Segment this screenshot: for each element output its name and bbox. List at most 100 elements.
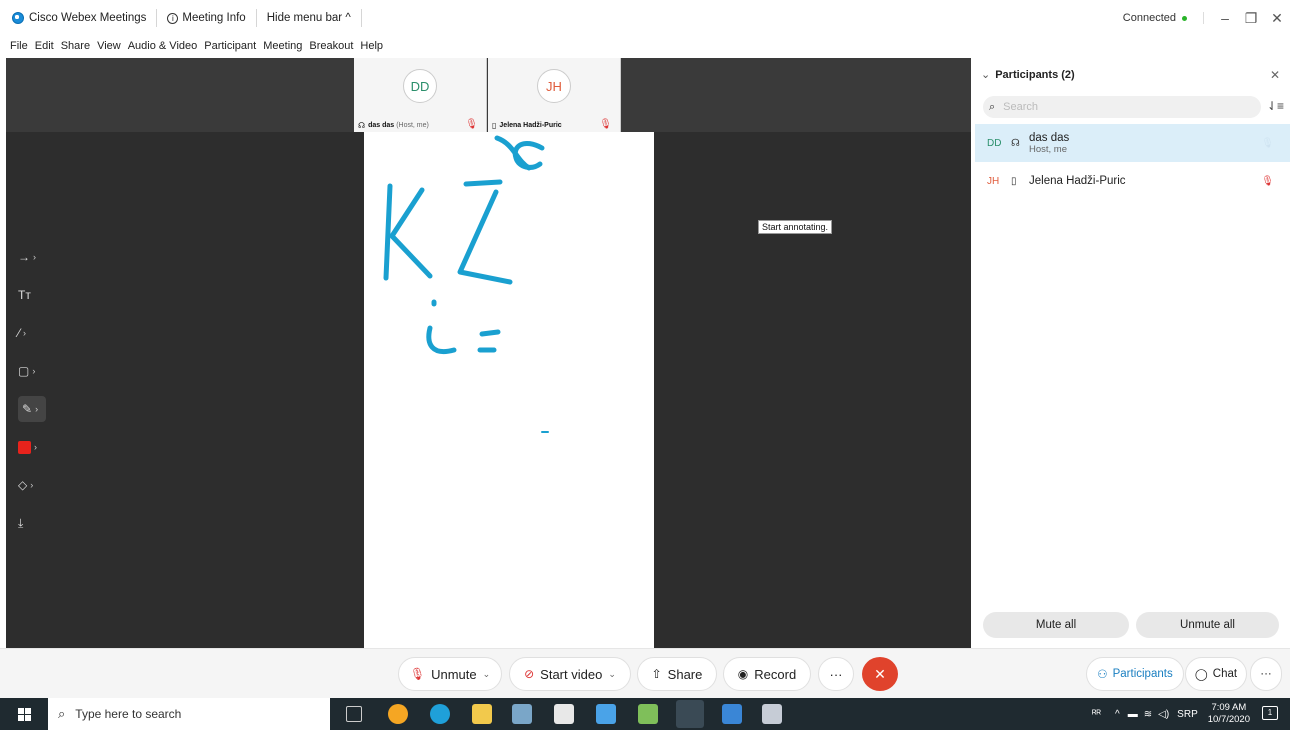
share-button[interactable]: ⇧ Share (637, 657, 717, 691)
taskbar-search-placeholder: Type here to search (75, 707, 182, 721)
end-meeting-button[interactable]: ✕ (862, 657, 898, 691)
wifi-icon[interactable]: ≋ (1144, 709, 1152, 720)
store-icon[interactable] (554, 704, 574, 724)
meeting-controls: 🎙 Unmute ⌄ ⊘ Start video ⌄ ⇧ Share ◉ Rec… (0, 648, 1290, 698)
snipping-tool-icon[interactable] (762, 704, 782, 724)
video-thumbnail-participant[interactable]: JH ▯ Jelena Hadži-Puric 🎙 (488, 58, 621, 132)
taskbar-search-input[interactable]: ⌕ Type here to search (48, 698, 330, 730)
pointer-tool[interactable]: → › (18, 238, 48, 276)
menu-audio-video[interactable]: Audio & Video (128, 40, 198, 52)
menu-bar: File Edit Share View Audio & Video Parti… (0, 36, 1290, 56)
document-icon[interactable] (722, 704, 742, 724)
menu-edit[interactable]: Edit (35, 40, 54, 52)
chevron-down-icon: ⌄ (981, 69, 991, 81)
menu-file[interactable]: File (10, 40, 28, 52)
battery-icon[interactable]: ▬ (1128, 709, 1138, 720)
thumbnail-name-label: Jelena Hadži-Puric (499, 122, 562, 129)
language-indicator[interactable]: SRP (1177, 709, 1198, 720)
menu-view[interactable]: View (97, 40, 121, 52)
download-icon: ⤓ (18, 515, 24, 530)
thumbnail-name: ▯ Jelena Hadži-Puric (492, 121, 617, 130)
clock[interactable]: 7:09 AM 10/7/2020 (1208, 702, 1250, 726)
color-swatch-icon (18, 440, 31, 454)
whiteboard-canvas[interactable] (364, 132, 654, 648)
arrow-pointer-icon: → (18, 250, 30, 264)
more-icon: ··· (829, 666, 843, 682)
volume-icon[interactable]: ◁) (1158, 709, 1169, 720)
participants-title: Participants (2) (995, 68, 1075, 81)
menu-breakout[interactable]: Breakout (309, 40, 353, 52)
chat-bubble-icon: ◯ (1194, 669, 1208, 681)
unmute-all-button[interactable]: Unmute all (1136, 612, 1279, 638)
search-icon: ⌕ (58, 706, 66, 721)
task-view-icon[interactable] (346, 706, 362, 722)
edge-icon[interactable] (430, 704, 450, 724)
more-panels-button[interactable]: ··· (1250, 657, 1282, 691)
people-icon[interactable]: ᴿᴿ (1092, 709, 1101, 720)
menu-participant[interactable]: Participant (204, 40, 256, 52)
unmute-button[interactable]: 🎙 Unmute ⌄ (398, 657, 502, 691)
participant-name: das das (1029, 131, 1070, 144)
notification-center-icon[interactable]: 1 (1262, 706, 1278, 720)
share-icon: ⇧ (651, 667, 662, 681)
color-picker[interactable]: › (18, 428, 48, 466)
menu-help[interactable]: Help (360, 40, 383, 52)
chevron-right-icon: › (32, 366, 36, 376)
file-explorer-icon[interactable] (472, 704, 492, 724)
hide-menu-bar-button[interactable]: Hide menu bar ^ (257, 9, 362, 27)
muted-mic-icon: 🎙 (465, 119, 478, 130)
participants-header[interactable]: ⌄ Participants (2) (981, 68, 1075, 82)
annotate-tooltip: Start annotating. (758, 220, 833, 234)
restore-button[interactable]: ❐ (1238, 10, 1264, 27)
participants-button[interactable]: ⚇ Participants (1086, 657, 1184, 691)
sort-button[interactable]: ⇃≡ (1267, 99, 1284, 113)
mute-all-button[interactable]: Mute all (983, 612, 1129, 638)
participant-row-host[interactable]: DD ☊ das das Host, me 🎙 (975, 124, 1290, 162)
unmute-label: Unmute (431, 666, 477, 682)
participant-search-input[interactable]: ⌕ Search (983, 96, 1261, 118)
menu-share[interactable]: Share (61, 40, 90, 52)
photos-icon[interactable] (638, 704, 658, 724)
avatar: JH (987, 175, 1000, 187)
avatar: DD (403, 69, 437, 103)
close-window-button[interactable]: ✕ (1264, 10, 1290, 27)
line-tool[interactable]: ⁄ › (18, 314, 48, 352)
meeting-info-label: Meeting Info (182, 12, 246, 24)
save-annotation-tool[interactable]: ⤓ (18, 504, 48, 542)
chevron-up-icon[interactable]: ^ (1115, 709, 1120, 720)
chrome-icon[interactable] (388, 704, 408, 724)
headset-icon: ☊ (1011, 137, 1020, 149)
rectangle-tool[interactable]: ▢ › (18, 352, 48, 390)
chevron-right-icon: › (33, 252, 36, 262)
muted-mic-icon[interactable]: 🎙 (1261, 138, 1274, 149)
phone-icon: ▯ (492, 121, 497, 130)
pen-tool[interactable]: ✎ › (18, 396, 46, 422)
record-icon: ◉ (737, 667, 749, 681)
video-thumbnail-host[interactable]: DD ☊ das das (Host, me) 🎙 (354, 58, 487, 132)
windows-start-icon[interactable] (18, 708, 31, 721)
text-tool[interactable]: Tт (18, 276, 48, 314)
chevron-right-icon: › (35, 404, 39, 414)
chevron-right-icon: › (30, 480, 34, 490)
webex-taskbar-icon[interactable] (676, 700, 704, 728)
start-video-button[interactable]: ⊘ Start video ⌄ (509, 657, 631, 691)
menu-meeting[interactable]: Meeting (263, 40, 302, 52)
mail-icon[interactable] (596, 704, 616, 724)
app-icon[interactable] (512, 704, 532, 724)
muted-mic-icon[interactable]: 🎙 (1261, 176, 1274, 187)
close-panel-button[interactable]: ✕ (1270, 68, 1280, 82)
line-icon: ⁄ (18, 326, 21, 340)
eraser-tool[interactable]: ◇ › (18, 466, 48, 504)
webex-logo-icon (12, 12, 24, 24)
more-options-button[interactable]: ··· (818, 657, 854, 691)
eraser-icon: ◇ (18, 478, 28, 492)
handwriting-annotation (383, 135, 549, 433)
notification-count: 1 (1267, 708, 1273, 717)
minimize-button[interactable]: – (1212, 10, 1238, 26)
participant-row[interactable]: JH ▯ Jelena Hadži-Puric 🎙 (975, 162, 1290, 200)
chevron-down-icon: ⌄ (608, 668, 616, 679)
record-button[interactable]: ◉ Record (723, 657, 811, 691)
chat-button[interactable]: ◯ Chat (1185, 657, 1247, 691)
meeting-info-button[interactable]: i Meeting Info (157, 9, 257, 27)
hide-menu-bar-label: Hide menu bar ^ (266, 12, 351, 24)
